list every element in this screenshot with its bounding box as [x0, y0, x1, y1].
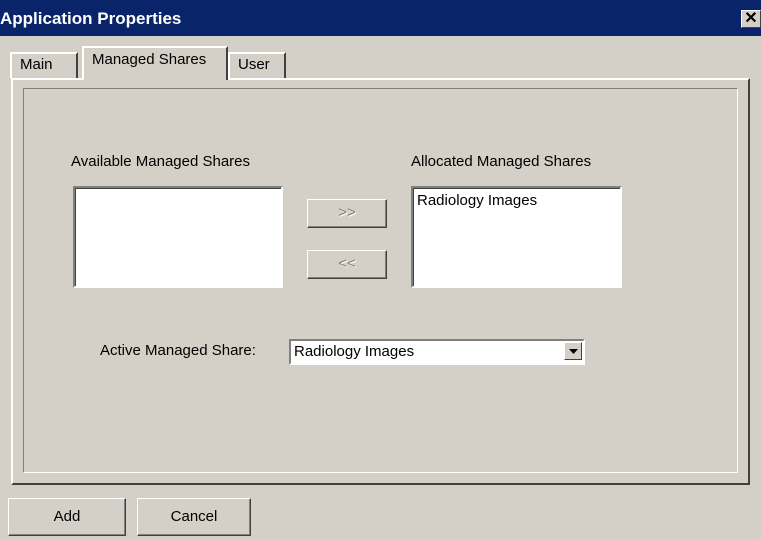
- allocated-shares-label: Allocated Managed Shares: [411, 153, 592, 170]
- add-label: Add: [53, 508, 81, 525]
- allocated-shares-list[interactable]: Radiology Images: [411, 186, 622, 288]
- title-bar: Application Properties ✕: [0, 0, 761, 36]
- cancel-button[interactable]: Cancel: [137, 498, 251, 536]
- tab-user[interactable]: User: [228, 52, 286, 78]
- close-button[interactable]: ✕: [741, 10, 761, 28]
- move-left-button[interactable]: <<: [307, 250, 387, 279]
- active-share-dropdown[interactable]: Radiology Images: [289, 339, 585, 365]
- available-shares-list[interactable]: [73, 186, 283, 288]
- move-right-label: >>: [338, 204, 356, 221]
- active-share-label: Active Managed Share:: [100, 342, 256, 359]
- available-shares-label: Available Managed Shares: [71, 153, 251, 170]
- chevron-down-icon: [569, 349, 578, 354]
- close-icon: ✕: [744, 10, 758, 27]
- tab-label: User: [238, 56, 270, 73]
- tab-label: Main: [20, 56, 53, 73]
- dropdown-button[interactable]: [564, 342, 582, 360]
- tab-managed-shares[interactable]: Managed Shares: [82, 46, 228, 80]
- list-item[interactable]: Radiology Images: [417, 192, 537, 209]
- move-left-label: <<: [338, 255, 356, 272]
- active-share-value: Radiology Images: [294, 343, 415, 360]
- move-right-button[interactable]: >>: [307, 199, 387, 228]
- tab-main[interactable]: Main: [10, 52, 78, 78]
- tab-label: Managed Shares: [92, 51, 207, 68]
- tab-panel: Available Managed Shares Allocated Manag…: [11, 78, 750, 485]
- add-button[interactable]: Add: [8, 498, 126, 536]
- window-title: Application Properties: [0, 9, 182, 28]
- cancel-label: Cancel: [170, 508, 218, 525]
